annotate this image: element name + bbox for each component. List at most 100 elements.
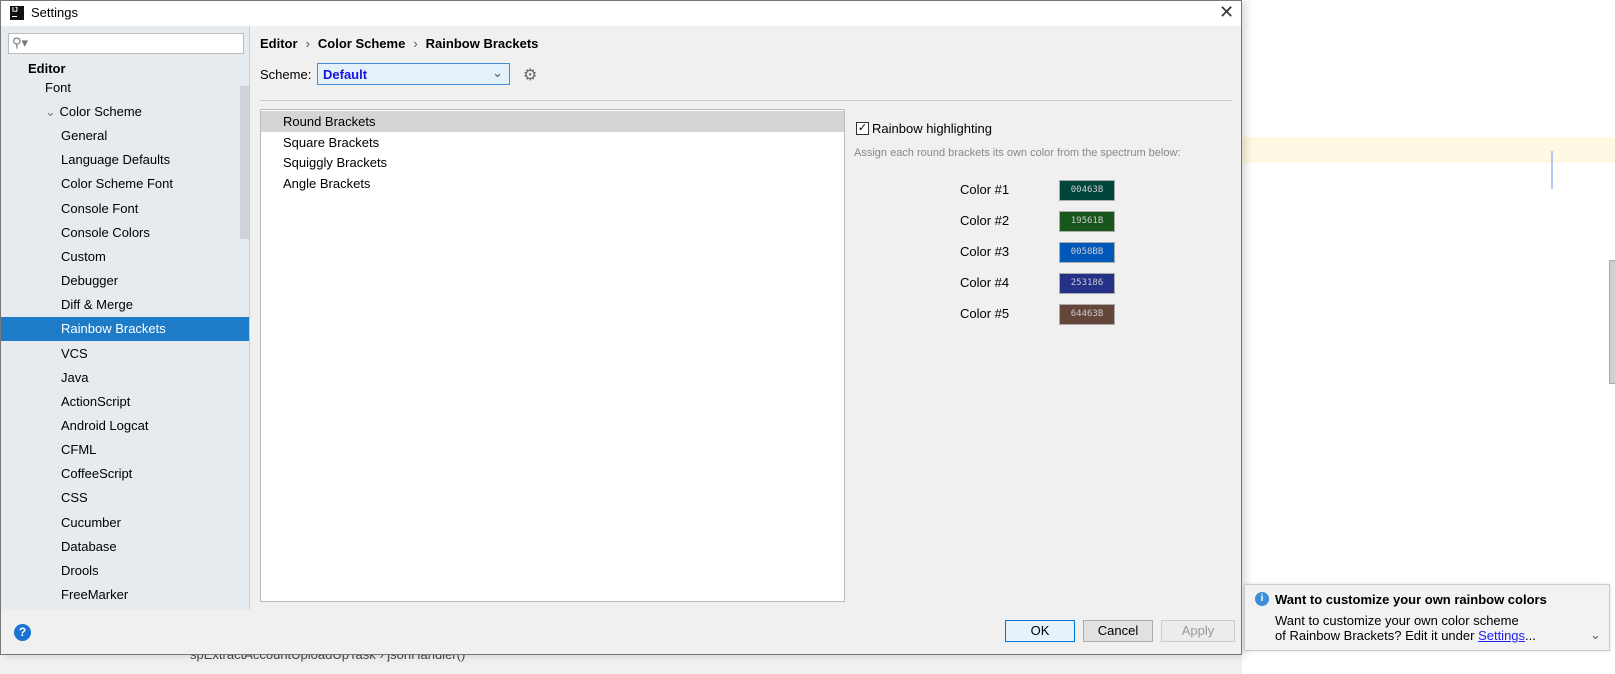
- hint-text: Assign each round brackets its own color…: [854, 147, 1181, 159]
- sidebar-item-label: General: [61, 128, 108, 144]
- search-icon: ⚲▾: [12, 35, 29, 50]
- sidebar-item[interactable]: Cucumber: [1, 511, 249, 535]
- scheme-label: Scheme:: [260, 67, 312, 82]
- sidebar-item[interactable]: Custom: [1, 245, 249, 269]
- sidebar-item[interactable]: Console Colors: [1, 221, 249, 245]
- sidebar-item[interactable]: FreeMarker: [1, 583, 249, 607]
- sidebar-item[interactable]: Android Logcat: [1, 414, 249, 438]
- color-label: Color #2: [960, 213, 1010, 228]
- sidebar-item-label: Drools: [61, 562, 99, 578]
- sidebar-item-label: FreeMarker: [61, 587, 129, 602]
- expand-chevron-icon[interactable]: ⌄: [1590, 627, 1601, 643]
- sidebar-item-label: Android Logcat: [61, 417, 149, 433]
- sidebar-item-label: Font: [45, 80, 72, 95]
- sidebar-item-label: Custom: [61, 248, 106, 264]
- sidebar-item-label: Color Scheme: [59, 104, 142, 119]
- sidebar-item[interactable]: CSS: [1, 486, 249, 510]
- sidebar-item[interactable]: Drools: [1, 559, 249, 583]
- sidebar-item-label: Database: [61, 538, 117, 554]
- window-title: Settings: [31, 5, 78, 20]
- sidebar-item[interactable]: CFML: [1, 438, 249, 462]
- sidebar-item[interactable]: VCS: [1, 342, 249, 366]
- chevron-right-icon: ›: [305, 36, 310, 51]
- color-swatch[interactable]: 0058BB: [1059, 242, 1115, 263]
- sidebar-item-label: CSS: [61, 490, 88, 506]
- sidebar-item[interactable]: ActionScript: [1, 390, 249, 414]
- bracket-type-item[interactable]: Round Brackets: [261, 111, 844, 132]
- ok-button[interactable]: OK: [1005, 620, 1075, 642]
- sidebar-item-label: Rainbow Brackets: [61, 321, 166, 337]
- color-label: Color #3: [960, 244, 1010, 259]
- sidebar-item[interactable]: Diff & Merge: [1, 293, 249, 317]
- chevron-down-icon: ⌄: [492, 65, 503, 80]
- bracket-type-item[interactable]: Angle Brackets: [261, 173, 844, 194]
- sidebar-item-label: Console Font: [61, 200, 139, 216]
- sidebar-item-label: VCS: [61, 345, 88, 361]
- notification-line1: Want to customize your own color scheme: [1275, 613, 1519, 628]
- apply-button[interactable]: Apply: [1161, 620, 1235, 642]
- close-icon[interactable]: ✕: [1219, 2, 1234, 23]
- sidebar-item[interactable]: Rainbow Brackets: [1, 317, 249, 342]
- color-label: Color #4: [960, 275, 1010, 290]
- sidebar-item[interactable]: Database: [1, 535, 249, 559]
- sidebar-item[interactable]: Console Font: [1, 197, 249, 221]
- color-swatch[interactable]: 253186: [1059, 273, 1115, 294]
- notification-line2: of Rainbow Brackets? Edit it under: [1275, 628, 1479, 643]
- rainbow-highlighting-checkbox[interactable]: ✓: [856, 122, 869, 135]
- sidebar-item-label: Console Colors: [61, 224, 150, 240]
- color-swatch[interactable]: 00463B: [1059, 180, 1115, 201]
- sidebar-item-label: CoffeeScript: [61, 466, 133, 482]
- sidebar-item[interactable]: Font: [1, 76, 249, 100]
- sidebar-item[interactable]: Language Defaults: [1, 148, 249, 172]
- sidebar-item-label: Debugger: [61, 273, 119, 289]
- rainbow-highlighting-label[interactable]: Rainbow highlighting: [872, 121, 992, 136]
- color-swatch[interactable]: 64463B: [1059, 304, 1115, 325]
- chevron-right-icon: ›: [413, 36, 418, 51]
- title-bar: IJ Settings ✕: [1, 1, 1241, 26]
- breadcrumb-rainbow-brackets: Rainbow Brackets: [425, 36, 539, 51]
- sidebar-item[interactable]: General: [1, 124, 249, 148]
- gear-icon[interactable]: ⚙: [523, 65, 537, 85]
- bracket-type-item[interactable]: Square Brackets: [261, 132, 844, 153]
- breadcrumb-color-scheme[interactable]: Color Scheme: [318, 36, 405, 51]
- sidebar-item-label: Diff & Merge: [61, 297, 134, 313]
- sidebar-item-label: Java: [61, 369, 89, 385]
- help-icon[interactable]: ?: [14, 624, 31, 641]
- editor-breadcrumb: spExtractAccountUploadUpTask › jsonHandl…: [190, 654, 466, 662]
- settings-dialog: IJ Settings ✕ ⚲▾ Editor Font ⌄ Color Schem…: [0, 0, 1242, 655]
- text-caret-marker: [1551, 151, 1553, 189]
- settings-sidebar: ⚲▾ Editor Font ⌄ Color Scheme General Langua…: [1, 26, 250, 609]
- info-icon: i: [1255, 592, 1269, 606]
- scheme-value: Default: [323, 67, 368, 82]
- editor-scrollbar[interactable]: [1609, 260, 1615, 384]
- breadcrumb: Editor › Color Scheme › Rainbow Brackets: [260, 36, 538, 51]
- notification-ellipsis: ...: [1525, 628, 1536, 643]
- sidebar-scrollbar[interactable]: [240, 86, 249, 239]
- chevron-down-icon: ⌄: [45, 104, 60, 119]
- bracket-type-item[interactable]: Squiggly Brackets: [261, 152, 844, 173]
- color-label: Color #5: [960, 306, 1010, 321]
- sidebar-item[interactable]: ⌄ Color Scheme: [1, 100, 249, 124]
- color-label: Color #1: [960, 182, 1010, 197]
- sidebar-item-label: CFML: [61, 442, 97, 458]
- divider: [260, 100, 1232, 101]
- sidebar-item-label: Editor: [28, 61, 66, 76]
- scheme-select[interactable]: Default ⌄: [317, 63, 510, 85]
- notification-title: Want to customize your own rainbow color…: [1275, 592, 1547, 607]
- sidebar-item[interactable]: CoffeeScript: [1, 462, 249, 486]
- notification-balloon: i Want to customize your own rainbow col…: [1244, 584, 1610, 651]
- search-input[interactable]: ⚲▾: [8, 33, 244, 54]
- editor-breadcrumb-strip: spExtractAccountUploadUpTask › jsonHandl…: [0, 654, 1242, 674]
- sidebar-item[interactable]: Debugger: [1, 269, 249, 293]
- current-line-highlight: [1242, 137, 1615, 163]
- sidebar-item-label: Cucumber: [61, 514, 121, 530]
- cancel-button[interactable]: Cancel: [1083, 620, 1153, 642]
- sidebar-item[interactable]: Java: [1, 366, 249, 390]
- sidebar-item[interactable]: Color Scheme Font: [1, 172, 249, 196]
- intellij-logo-icon: IJ: [10, 6, 24, 20]
- breadcrumb-editor[interactable]: Editor: [260, 36, 298, 51]
- sidebar-item-label: ActionScript: [61, 393, 131, 409]
- settings-link[interactable]: Settings: [1478, 628, 1525, 643]
- sidebar-item-label: Language Defaults: [61, 152, 171, 168]
- color-swatch[interactable]: 19561B: [1059, 211, 1115, 232]
